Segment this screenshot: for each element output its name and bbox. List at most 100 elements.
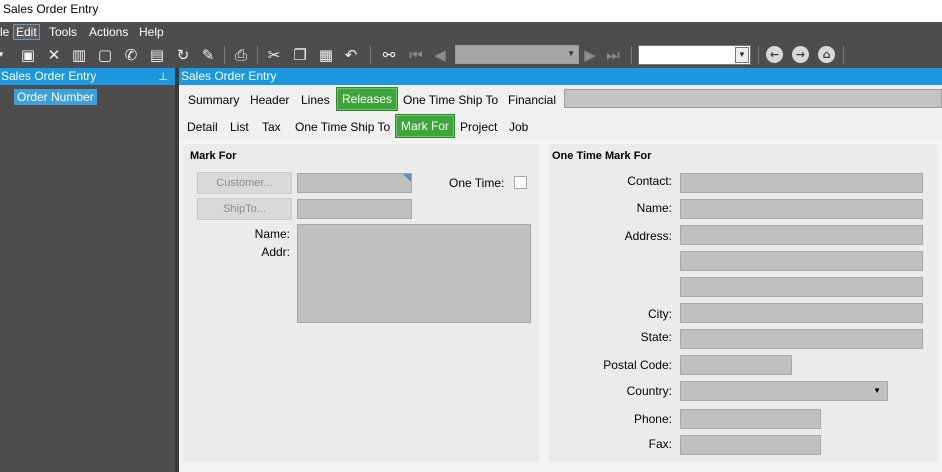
name-addr-textarea[interactable] <box>297 224 531 323</box>
binoculars-icon[interactable]: ⚯ <box>380 46 398 64</box>
chevron-down-icon: ▼ <box>735 47 749 63</box>
quick-search-combo[interactable]: ▼ <box>638 45 751 65</box>
refresh-icon[interactable]: ↻ <box>174 46 192 64</box>
chevron-down-icon: ▼ <box>567 49 575 58</box>
main-panel: Sales Order Entry Summary Header Lines R… <box>179 68 942 472</box>
chevron-down-icon: ▼ <box>873 386 881 395</box>
toolbar-separator <box>257 46 258 64</box>
prev-record-icon[interactable]: ◀ <box>431 46 449 64</box>
home-icon[interactable]: ⌂ <box>818 46 835 63</box>
print-icon[interactable]: ⎙ <box>232 46 250 64</box>
fax-label: Fax: <box>648 437 672 451</box>
cut-icon[interactable]: ✂ <box>265 46 283 64</box>
primary-tab-bar: Summary Header Lines Releases One Time S… <box>179 85 942 113</box>
toolbar-separator <box>843 46 844 64</box>
name-label: Name: <box>636 201 672 215</box>
address-line2-field[interactable] <box>680 251 923 271</box>
tab-secondary-one-time-ship-to[interactable]: One Time Ship To <box>295 116 390 138</box>
customer-field[interactable] <box>297 173 412 193</box>
country-label: Country: <box>626 384 672 398</box>
shipto-field[interactable] <box>297 199 412 219</box>
broom-icon[interactable]: ✎ <box>199 46 217 64</box>
menu-edit[interactable]: Edit <box>13 24 40 40</box>
phone-icon[interactable]: ✆ <box>122 46 140 64</box>
country-select[interactable]: ▼ <box>680 381 888 401</box>
fax-field[interactable] <box>680 435 821 455</box>
next-record-icon[interactable]: ▶ <box>581 46 599 64</box>
secondary-tab-bar: Detail List Tax One Time Ship To Mark Fo… <box>179 113 942 139</box>
toolbar-separator <box>758 46 759 64</box>
forward-icon[interactable]: → <box>792 46 809 63</box>
tab-overflow-strip <box>564 89 942 108</box>
undo-icon[interactable]: ↶ <box>342 46 360 64</box>
one-time-checkbox[interactable] <box>514 176 527 189</box>
one-time-mark-for-group: One Time Mark For Contact: Name: Address… <box>549 144 938 463</box>
delete-icon[interactable]: ✕ <box>45 46 63 64</box>
tab-mark-for[interactable]: Mark For <box>395 114 455 138</box>
tab-detail[interactable]: Detail <box>187 116 218 138</box>
city-field[interactable] <box>680 303 923 323</box>
menu-tools[interactable]: Tools <box>49 24 77 40</box>
state-label: State: <box>640 330 672 344</box>
tab-list[interactable]: List <box>230 116 249 138</box>
tab-summary[interactable]: Summary <box>188 89 239 111</box>
postal-code-field[interactable] <box>680 355 792 375</box>
pin-icon[interactable]: ⊥ <box>158 68 168 85</box>
menu-actions[interactable]: Actions <box>89 24 128 40</box>
mark-for-title: Mark For <box>190 150 237 162</box>
clipboard-icon[interactable]: ▤ <box>148 46 166 64</box>
copy-icon[interactable]: ❐ <box>291 46 309 64</box>
attach-icon[interactable]: ▢ <box>96 46 114 64</box>
tree-panel-title: Sales Order Entry <box>1 69 97 83</box>
new-icon[interactable]: ▾ <box>0 46 8 64</box>
toolbar: ▾ ▣ ✕ ▥ ▢ ✆ ▤ ↻ ✎ ⎙ ✂ ❐ ▦ ↶ ⚯ ⏮ ◀ ▼ ▶ ⏭ … <box>0 42 942 68</box>
window-title: Sales Order Entry <box>3 2 99 16</box>
main-panel-header: Sales Order Entry <box>179 68 942 85</box>
shipto-button[interactable]: ShipTo... <box>197 198 292 220</box>
first-record-icon[interactable]: ⏮ <box>407 46 425 64</box>
tab-releases[interactable]: Releases <box>335 87 399 111</box>
postal-code-label: Postal Code: <box>603 358 672 372</box>
menu-file[interactable]: le <box>0 24 9 40</box>
contact-label: Contact: <box>627 174 672 188</box>
tab-tax[interactable]: Tax <box>262 116 281 138</box>
address-line1-field[interactable] <box>680 225 923 245</box>
open-book-icon[interactable]: ▥ <box>70 46 88 64</box>
back-icon[interactable]: ← <box>766 46 783 63</box>
last-record-icon[interactable]: ⏭ <box>604 46 622 64</box>
title-bar: Sales Order Entry <box>0 0 942 22</box>
one-time-label: One Time: <box>449 176 505 190</box>
toolbar-separator <box>370 46 371 64</box>
toolbar-separator <box>224 46 225 64</box>
tab-one-time-ship-to[interactable]: One Time Ship To <box>403 89 498 111</box>
menu-help[interactable]: Help <box>139 24 164 40</box>
phone-field[interactable] <box>680 409 821 429</box>
paste-icon[interactable]: ▦ <box>317 46 335 64</box>
name-field[interactable] <box>680 199 923 219</box>
tree-panel-header: Sales Order Entry ⊥ <box>0 68 175 85</box>
address-line3-field[interactable] <box>680 277 923 297</box>
tree-node-order-number[interactable]: Order Number <box>14 89 97 105</box>
record-selector[interactable]: ▼ <box>455 45 579 64</box>
mark-for-group: Mark For Customer... One Time: ShipTo...… <box>183 144 539 463</box>
tab-header[interactable]: Header <box>250 89 289 111</box>
tab-job[interactable]: Job <box>509 116 528 138</box>
menu-bar: le Edit Tools Actions Help <box>0 22 942 42</box>
address-label: Address: <box>624 229 672 243</box>
required-marker-icon <box>403 174 411 182</box>
tree-panel: Sales Order Entry ⊥ Order Number <box>0 68 175 472</box>
addr-label: Addr: <box>261 245 290 259</box>
tab-financial[interactable]: Financial <box>508 89 556 111</box>
tab-content: Mark For Customer... One Time: ShipTo...… <box>179 139 942 472</box>
contact-field[interactable] <box>680 173 923 193</box>
phone-label: Phone: <box>633 412 672 426</box>
name-label: Name: <box>254 227 290 241</box>
toolbar-separator <box>631 46 632 64</box>
one-time-mark-for-title: One Time Mark For <box>552 150 652 162</box>
customer-button[interactable]: Customer... <box>197 172 292 194</box>
save-icon[interactable]: ▣ <box>19 46 37 64</box>
state-field[interactable] <box>680 329 923 349</box>
tab-project[interactable]: Project <box>460 116 497 138</box>
tab-lines[interactable]: Lines <box>301 89 330 111</box>
city-label: City: <box>648 307 672 321</box>
